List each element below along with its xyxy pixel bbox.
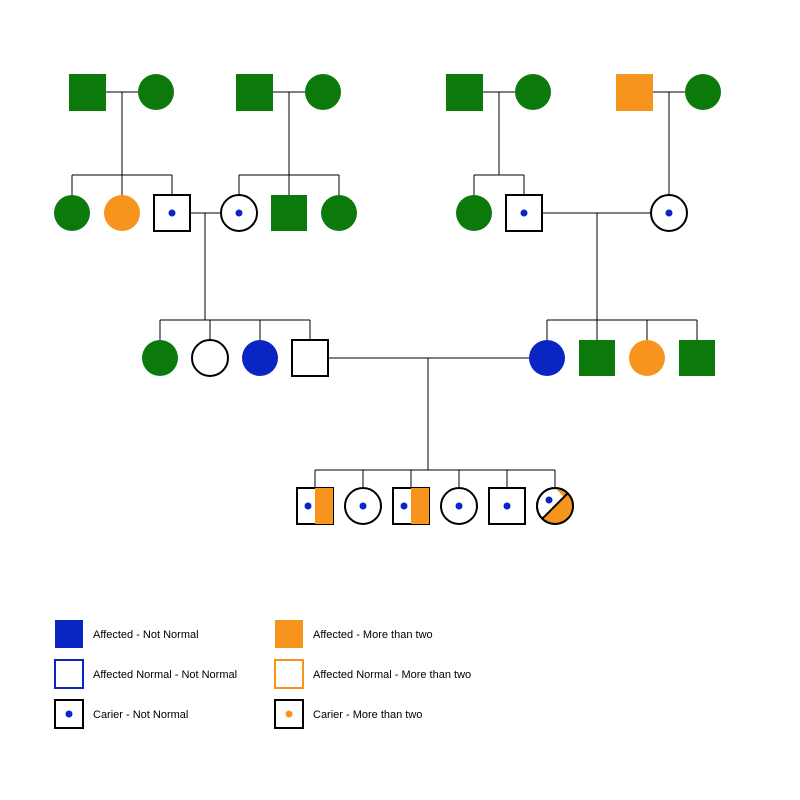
gen4-sibship <box>297 450 573 524</box>
legend-label: Affected - Not Normal <box>93 629 199 641</box>
legend-label: Affected Normal - More than two <box>313 669 471 681</box>
legend-label: Carier - More than two <box>313 709 422 721</box>
gen2-sibship-c <box>456 160 542 231</box>
legend-label: Carier - Not Normal <box>93 709 188 721</box>
gen1-couple-c <box>446 74 551 160</box>
gen1-couple-a <box>69 74 174 160</box>
legend: Affected - Not Normal Affected Normal - … <box>55 620 471 728</box>
gen2-sibship-b <box>221 160 357 231</box>
gen1-couple-b <box>236 74 341 160</box>
gen1-couple-d <box>616 74 721 160</box>
gen3-sibship-left <box>142 300 328 376</box>
legend-label: Affected Normal - Not Normal <box>93 669 237 681</box>
gen2-sibship-d <box>651 160 687 231</box>
pedigree-chart: Affected - Not Normal Affected Normal - … <box>0 0 800 800</box>
legend-label: Affected - More than two <box>313 629 433 641</box>
gen2-sibship-a <box>54 160 190 231</box>
gen3-sibship-right <box>529 300 715 376</box>
